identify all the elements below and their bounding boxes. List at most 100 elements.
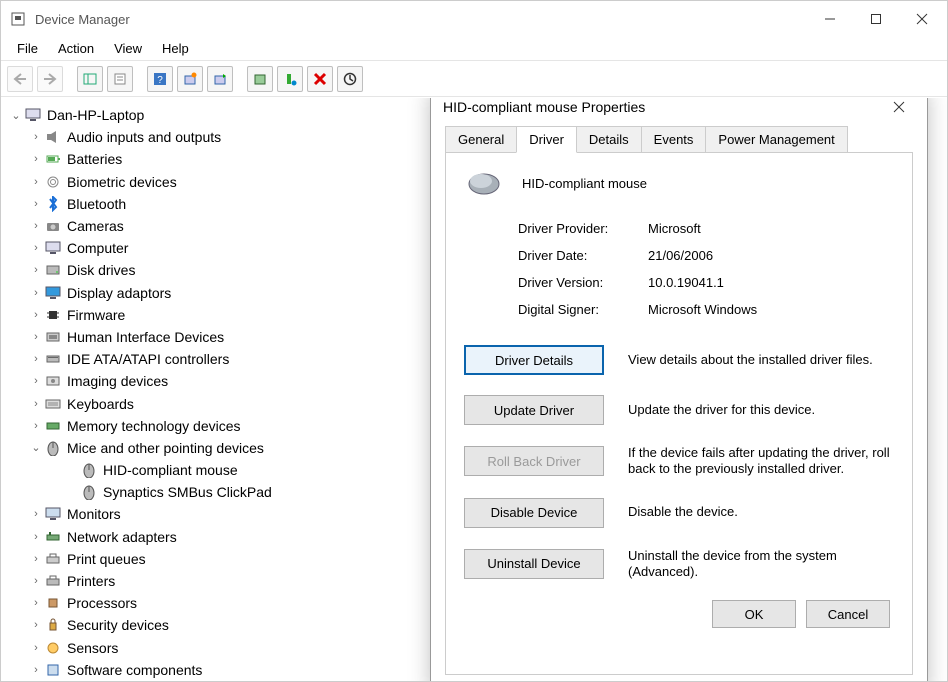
back-button[interactable] (7, 66, 33, 92)
tree-item-label: Network adapters (67, 529, 177, 545)
tree-item[interactable]: ›Sensors (5, 637, 427, 659)
tree-item[interactable]: ›Firmware (5, 304, 427, 326)
tree-item-label: Biometric devices (67, 174, 177, 190)
expand-icon[interactable]: › (29, 220, 43, 232)
tree-item[interactable]: ›Processors (5, 592, 427, 614)
expand-icon[interactable]: › (29, 131, 43, 143)
tab-general[interactable]: General (445, 126, 517, 153)
tree-item[interactable]: › Network adapters (5, 526, 427, 548)
expand-icon[interactable]: › (29, 664, 43, 676)
tree-item[interactable]: ›Batteries (5, 148, 427, 170)
tree-item[interactable]: ›Security devices (5, 614, 427, 636)
dialog-title: HID-compliant mouse Properties (443, 99, 883, 115)
tab-power[interactable]: Power Management (705, 126, 847, 153)
tree-item[interactable]: ›Imaging devices (5, 370, 427, 392)
category-icon (43, 572, 63, 590)
driver-details-button[interactable]: Driver Details (464, 345, 604, 375)
tree-item[interactable]: ›Monitors (5, 503, 427, 525)
tree-item-label: Audio inputs and outputs (67, 129, 221, 145)
category-icon (43, 350, 63, 368)
expand-icon[interactable]: › (29, 531, 43, 543)
expand-icon[interactable]: › (29, 553, 43, 565)
add-legacy-button[interactable] (277, 66, 303, 92)
cancel-button[interactable]: Cancel (806, 600, 890, 628)
update-driver-button[interactable] (247, 66, 273, 92)
uninstall-device-button[interactable]: Uninstall Device (464, 549, 604, 579)
scan-button-2[interactable] (207, 66, 233, 92)
expand-icon[interactable]: › (29, 353, 43, 365)
expand-icon[interactable]: › (29, 287, 43, 299)
category-icon (43, 372, 63, 390)
tree-item[interactable]: ›Software components (5, 659, 427, 681)
tree-item[interactable]: ›Cameras (5, 215, 427, 237)
tree-item[interactable]: ›Display adaptors (5, 282, 427, 304)
tree-item[interactable]: ›Print queues (5, 548, 427, 570)
ok-button[interactable]: OK (712, 600, 796, 628)
tree-item-label: Computer (67, 240, 128, 256)
update-driver-desc: Update the driver for this device. (628, 402, 894, 418)
tree-item-label: IDE ATA/ATAPI controllers (67, 351, 229, 367)
expand-icon[interactable]: › (29, 309, 43, 321)
tree-item[interactable]: › Biometric devices (5, 171, 427, 193)
tree-item[interactable]: › Computer (5, 237, 427, 259)
menu-action[interactable]: Action (48, 39, 104, 58)
show-hide-tree-button[interactable] (77, 66, 103, 92)
expand-icon[interactable]: › (29, 398, 43, 410)
expand-icon[interactable]: › (29, 375, 43, 387)
expand-icon[interactable]: › (29, 242, 43, 254)
expand-icon[interactable]: › (29, 508, 43, 520)
menu-file[interactable]: File (7, 39, 48, 58)
tree-item[interactable]: Synaptics SMBus ClickPad (5, 481, 427, 503)
update-driver-button[interactable]: Update Driver (464, 395, 604, 425)
expand-icon[interactable]: › (29, 420, 43, 432)
uninstall-button[interactable] (307, 66, 333, 92)
minimize-button[interactable] (807, 3, 853, 35)
category-icon (43, 217, 63, 235)
tree-item[interactable]: › IDE ATA/ATAPI controllers (5, 348, 427, 370)
expand-icon[interactable]: › (29, 176, 43, 188)
collapse-icon[interactable]: ⌄ (29, 441, 43, 454)
expand-icon[interactable]: › (29, 153, 43, 165)
tree-item[interactable]: › Keyboards (5, 392, 427, 414)
properties-button[interactable] (107, 66, 133, 92)
expand-icon[interactable]: › (29, 575, 43, 587)
expand-icon[interactable]: › (29, 198, 43, 210)
expand-icon[interactable]: › (29, 619, 43, 631)
tree-item-label: Keyboards (67, 396, 134, 412)
tree-item[interactable]: ›Memory technology devices (5, 415, 427, 437)
scan-hardware-button[interactable] (337, 66, 363, 92)
menu-view[interactable]: View (104, 39, 152, 58)
collapse-icon[interactable]: ⌄ (9, 109, 23, 122)
disable-device-desc: Disable the device. (628, 504, 894, 520)
provider-label: Driver Provider: (518, 221, 648, 236)
tree-item[interactable]: ›Disk drives (5, 259, 427, 281)
expand-icon[interactable]: › (29, 331, 43, 343)
close-button[interactable] (899, 3, 945, 35)
tree-root[interactable]: ⌄ Dan-HP-Laptop (5, 104, 427, 126)
category-icon (43, 528, 63, 546)
expand-icon[interactable]: › (29, 642, 43, 654)
mouse-icon (79, 461, 99, 479)
maximize-button[interactable] (853, 3, 899, 35)
tab-details[interactable]: Details (576, 126, 642, 153)
scan-button-1[interactable] (177, 66, 203, 92)
tree-item[interactable]: ›Human Interface Devices (5, 326, 427, 348)
tree-item[interactable]: ›Printers (5, 570, 427, 592)
category-icon (43, 661, 63, 679)
tab-driver[interactable]: Driver (516, 126, 577, 153)
tree-item[interactable]: ⌄Mice and other pointing devices (5, 437, 427, 459)
help-button[interactable]: ? (147, 66, 173, 92)
tree-item[interactable]: HID-compliant mouse (5, 459, 427, 481)
expand-icon[interactable]: › (29, 264, 43, 276)
menu-help[interactable]: Help (152, 39, 199, 58)
disable-device-button[interactable]: Disable Device (464, 498, 604, 528)
category-icon (43, 306, 63, 324)
forward-button[interactable] (37, 66, 63, 92)
tree-item[interactable]: › Audio inputs and outputs (5, 126, 427, 148)
device-tree[interactable]: ⌄ Dan-HP-Laptop › Audio inputs and output… (1, 98, 431, 681)
provider-value: Microsoft (648, 221, 701, 236)
tree-item[interactable]: ›Bluetooth (5, 193, 427, 215)
expand-icon[interactable]: › (29, 597, 43, 609)
tab-events[interactable]: Events (641, 126, 707, 153)
dialog-close-button[interactable] (883, 97, 915, 123)
